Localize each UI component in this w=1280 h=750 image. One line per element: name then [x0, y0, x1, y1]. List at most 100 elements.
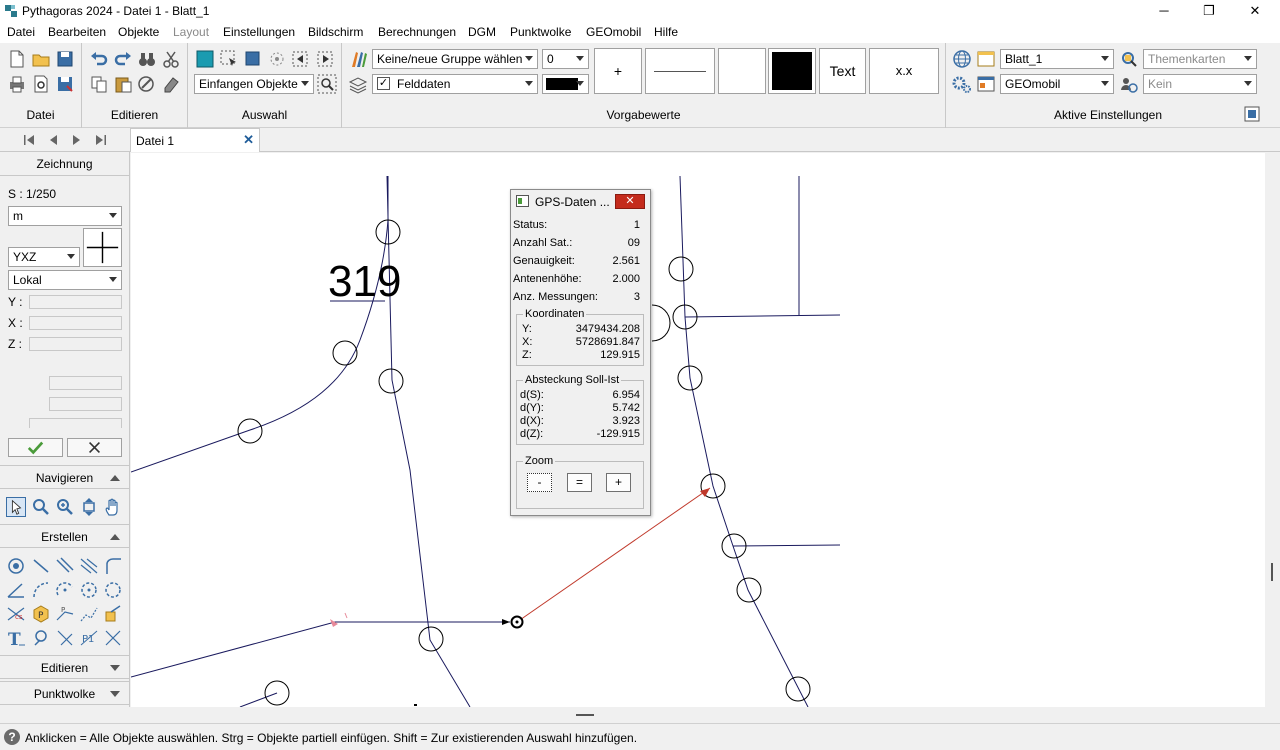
capture-mode-select[interactable]: Einfangen Objekte	[194, 74, 314, 94]
menu-einstellungen[interactable]: Einstellungen	[223, 25, 295, 39]
menu-berechnungen[interactable]: Berechnungen	[378, 25, 456, 39]
crosshair-icon[interactable]	[83, 228, 122, 267]
menu-punktwolke[interactable]: Punktwolke	[510, 25, 571, 39]
sheet-select[interactable]: Blatt_1	[1000, 49, 1114, 69]
section-erstellen[interactable]: Erstellen	[0, 524, 129, 548]
coord-system-select[interactable]: Lokal	[8, 270, 122, 290]
vscroll-thumb[interactable]	[1271, 563, 1273, 581]
unit-select[interactable]: m	[8, 206, 122, 226]
preset-fill-white-button[interactable]	[718, 48, 766, 94]
pointer-tool-icon[interactable]	[6, 497, 26, 517]
eraser-icon[interactable]	[161, 74, 181, 94]
point-label-tool-icon[interactable]: P1	[79, 628, 99, 648]
scissors-icon[interactable]	[161, 49, 181, 69]
axis-select[interactable]: YXZ	[8, 247, 80, 267]
horizontal-scrollbar[interactable]	[131, 707, 1265, 723]
globe-icon[interactable]	[952, 49, 972, 69]
confirm-check-icon[interactable]	[8, 438, 63, 457]
preset-line-button[interactable]	[645, 48, 715, 94]
group-select[interactable]: Keine/neue Gruppe wählen	[372, 49, 538, 69]
previous-page-icon[interactable]	[46, 134, 60, 146]
section-editieren[interactable]: Editieren	[0, 655, 129, 679]
menu-geomobil[interactable]: GEOmobil	[586, 25, 641, 39]
arc3-tool-icon[interactable]	[55, 580, 75, 600]
layer-select[interactable]: ✓ Felddaten	[372, 74, 538, 94]
print-icon[interactable]	[7, 74, 27, 94]
last-page-icon[interactable]	[94, 134, 108, 146]
open-folder-icon[interactable]	[31, 49, 51, 69]
layers-icon[interactable]	[348, 74, 368, 94]
group-edit-icon[interactable]	[137, 74, 157, 94]
save-icon[interactable]	[55, 49, 75, 69]
polyline-point-tool-icon[interactable]: P	[55, 604, 75, 624]
close-window-button[interactable]: ✕	[1232, 0, 1278, 22]
gps-dialog-close-button[interactable]: ✕	[615, 194, 645, 209]
dimension-tool-icon[interactable]	[55, 628, 75, 648]
zoom-in-tool-icon[interactable]	[55, 497, 75, 517]
layer-checkbox[interactable]: ✓	[377, 77, 390, 90]
tab-close-icon[interactable]: ✕	[243, 132, 254, 148]
menu-bearbeiten[interactable]: Bearbeiten	[48, 25, 106, 39]
zoom-in-button[interactable]: +	[606, 473, 631, 492]
select-star-icon[interactable]	[267, 49, 287, 69]
user-globe-icon[interactable]	[1119, 74, 1139, 94]
gps-dialog-titlebar[interactable]: GPS-Daten ... ✕	[511, 190, 650, 212]
pencils-icon[interactable]	[348, 49, 368, 69]
zoom-out-button[interactable]: -	[527, 473, 552, 492]
corner-tool-icon[interactable]	[103, 556, 123, 576]
copy-icon[interactable]	[89, 74, 109, 94]
select-prev-icon[interactable]	[291, 49, 311, 69]
select-next-icon[interactable]	[315, 49, 335, 69]
zoom-reset-button[interactable]: =	[567, 473, 592, 492]
mode-select[interactable]: GEOmobil	[1000, 74, 1114, 94]
first-page-icon[interactable]	[22, 134, 36, 146]
panel-options-icon[interactable]	[1244, 106, 1260, 122]
menu-datei[interactable]: Datei	[7, 25, 35, 39]
section-punktwolke[interactable]: Punktwolke	[0, 681, 129, 705]
kein-select[interactable]: Kein	[1143, 74, 1257, 94]
menu-dgm[interactable]: DGM	[468, 25, 496, 39]
redo-icon[interactable]	[113, 49, 133, 69]
preset-decimal-button[interactable]: x.x	[869, 48, 939, 94]
minimize-button[interactable]: ─	[1141, 0, 1187, 22]
circle-tool-icon[interactable]	[79, 580, 99, 600]
color-select[interactable]	[542, 74, 589, 94]
gear-icon[interactable]	[952, 74, 972, 94]
circle-outline-tool-icon[interactable]	[103, 580, 123, 600]
intersect-tool-icon[interactable]: cs	[6, 604, 26, 624]
cancel-x-icon[interactable]	[67, 438, 122, 457]
zoom-tool-icon[interactable]	[31, 497, 51, 517]
help-icon[interactable]: ?	[4, 729, 20, 745]
angle-tool-icon[interactable]	[6, 580, 26, 600]
tab-datei-1[interactable]: Datei 1 ✕	[130, 128, 260, 152]
undo-icon[interactable]	[89, 49, 109, 69]
preset-point-button[interactable]: +	[594, 48, 642, 94]
select-cursor-icon[interactable]	[219, 49, 239, 69]
next-page-icon[interactable]	[70, 134, 84, 146]
mode-icon[interactable]	[976, 74, 996, 94]
number-select[interactable]: 0	[542, 49, 589, 69]
multi-line-tool-icon[interactable]	[79, 556, 99, 576]
maximize-button[interactable]: ❐	[1186, 0, 1232, 22]
menu-objekte[interactable]: Objekte	[118, 25, 159, 39]
section-navigieren[interactable]: Navigieren	[0, 465, 129, 489]
new-file-icon[interactable]	[7, 49, 27, 69]
print-preview-icon[interactable]	[31, 74, 51, 94]
rectangle-tool-icon[interactable]	[103, 604, 123, 624]
select-rect-icon[interactable]	[195, 49, 215, 69]
hscroll-thumb[interactable]	[576, 714, 594, 716]
drawing-canvas[interactable]: 319	[131, 153, 1265, 707]
select-blue-icon[interactable]	[243, 49, 263, 69]
vertical-scrollbar[interactable]	[1265, 153, 1280, 707]
preset-text-button[interactable]: Text	[819, 48, 866, 94]
polyline-tool-icon[interactable]	[79, 604, 99, 624]
point-tool-icon[interactable]: P	[31, 604, 51, 624]
pan-vertical-icon[interactable]	[79, 497, 99, 517]
menu-layout[interactable]: Layout	[173, 25, 209, 39]
zoom-select-icon[interactable]	[317, 74, 337, 94]
circle-point-tool-icon[interactable]	[6, 556, 26, 576]
hand-pan-icon[interactable]	[103, 497, 123, 517]
cross-tool-icon[interactable]	[103, 628, 123, 648]
line-tool-icon[interactable]	[31, 556, 51, 576]
paste-icon[interactable]	[113, 74, 133, 94]
